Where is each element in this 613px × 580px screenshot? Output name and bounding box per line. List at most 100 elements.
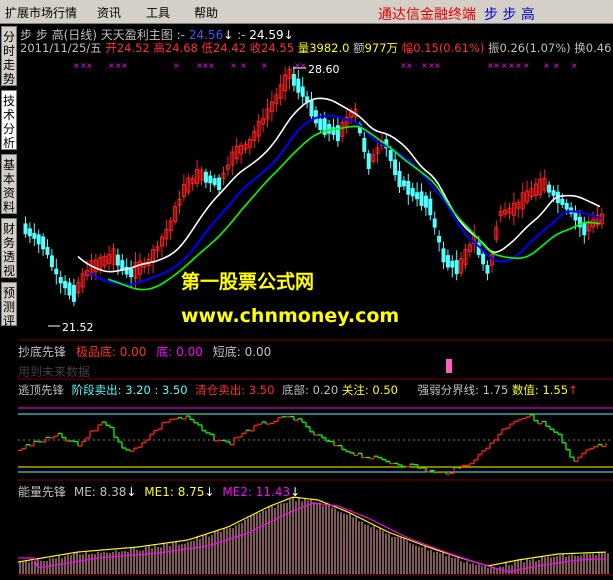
panel3-b-label: 清仓卖出: <box>195 383 246 397</box>
candle-body <box>49 255 54 268</box>
panel3-e-label: 强弱分界线: <box>417 383 480 397</box>
candle-body <box>485 264 490 274</box>
arrow-up-icon: ↑ <box>568 383 578 397</box>
candle-body <box>300 86 305 97</box>
ma-line-green <box>107 125 601 291</box>
signal-x-mark: × <box>421 61 428 70</box>
panel2-c-value: 0.00 <box>244 345 272 359</box>
panel3-d-label: 关注: <box>341 383 369 397</box>
candle-body <box>406 180 411 195</box>
candle-body <box>393 159 398 176</box>
panel3-header: 逃顶先锋 阶段卖出: 3.20 : 3.50 清仓卖出: 3.50 底部: 0.… <box>18 382 578 398</box>
signal-x-mark: × <box>553 61 560 70</box>
panel3-b-value: 3.50 <box>248 383 275 397</box>
candle-body <box>327 123 332 134</box>
close-value: 24.55 <box>261 41 295 55</box>
menu-news[interactable]: 资讯 <box>97 4 121 21</box>
tab-fundamentals[interactable]: 基本资料 <box>1 154 17 214</box>
panel3-a-label: 阶段卖出: <box>71 383 122 397</box>
amplitude-value: 0.26(1.07%) <box>499 41 571 55</box>
candle-body <box>432 218 437 228</box>
panel3-name: 逃顶先锋 <box>18 383 64 397</box>
signal-x-mark: × <box>230 61 237 70</box>
tab-intraday[interactable]: 分时走势 <box>1 26 17 86</box>
candle-body <box>454 260 459 275</box>
signal-x-mark: × <box>571 61 578 70</box>
panel3-a-value1: 3.20 <box>125 383 151 397</box>
close-label: 收 <box>249 41 262 55</box>
menu-bar: 扩展市场行情 资讯 工具 帮助 通达信金融终端 步 步 高 <box>0 0 613 24</box>
brand-name: 通达信金融终端 <box>378 7 476 23</box>
watermark-url: www.chnmoney.com <box>181 305 399 327</box>
oscillator-panel <box>18 359 613 475</box>
panel4-me1-value: 8.75 <box>177 485 205 499</box>
candle-body <box>419 191 424 206</box>
signal-x-mark: × <box>208 61 215 70</box>
signal-x-mark: × <box>493 61 500 70</box>
low-value: 24.42 <box>213 41 246 55</box>
quote-line: 2011/11/25/五 开24.52 高24.68 低24.42 收24.55… <box>20 40 611 56</box>
candle-body <box>115 254 120 266</box>
panel3-f-value: 1.55 <box>542 383 569 397</box>
panel3-f-label: 数值: <box>511 383 539 397</box>
signal-x-mark: × <box>240 61 247 70</box>
tab-financials[interactable]: 财务透视 <box>1 218 17 278</box>
signal-x-mark: × <box>543 61 550 70</box>
panel4-me-label: ME: <box>73 485 96 499</box>
amplitude-label: 振 <box>488 41 500 55</box>
panel3-a-value2: 3.50 <box>161 383 188 397</box>
candle-body <box>36 234 41 245</box>
candle-body <box>415 192 420 200</box>
panel3-d-value: 0.50 <box>372 383 398 397</box>
arrow-down-icon: ↓ <box>204 485 215 499</box>
panel4-me1-label: ME1: <box>144 485 174 499</box>
candle-body <box>63 280 68 289</box>
panel2-a-value: 0.00 <box>119 345 147 359</box>
chart-area[interactable]: × × × × × × × × × × × × × × × × × × × × × × × × × × × × × 第一股票公式网 ww… <box>17 24 613 576</box>
candle-body <box>217 177 222 191</box>
panel2-header: 抄底先锋 极品底: 0.00 底: 0.00 短底: 0.00 <box>18 343 271 360</box>
open-label: 开 <box>105 41 117 55</box>
brand-stock: 步 步 高 <box>484 7 535 23</box>
signal-x-mark: × <box>73 61 80 70</box>
panel2-b-label: 底: <box>156 345 173 359</box>
bottom-signal-mark <box>446 359 452 373</box>
candle-body <box>54 268 59 275</box>
menu-help[interactable]: 帮助 <box>194 4 218 21</box>
signal-x-mark: × <box>501 61 508 70</box>
candle-body <box>120 260 125 271</box>
high-value: 24.68 <box>164 41 198 55</box>
candle-body <box>397 170 402 188</box>
menu-tools[interactable]: 工具 <box>146 4 170 21</box>
quote-date: 2011/11/25/五 <box>20 41 102 55</box>
candle-body <box>410 188 415 197</box>
arrow-down-icon: ↓ <box>126 485 137 499</box>
panel4-header: 能量先锋 ME: 8.38↓ ME1: 8.75↓ ME2: 11.43↓ <box>18 483 300 500</box>
candle-body <box>27 228 32 237</box>
candle-body <box>71 284 76 302</box>
panel2-b-value: 0.00 <box>176 345 203 359</box>
panel3-e-value: 1.75 <box>482 383 509 397</box>
signal-x-mark: × <box>121 61 128 70</box>
candle-body <box>32 232 37 239</box>
candle-body <box>208 175 213 184</box>
candle-body <box>291 74 296 86</box>
candle-body <box>366 153 371 169</box>
candle-body <box>67 282 72 296</box>
signal-x-mark: × <box>523 61 530 70</box>
menu-ext-market[interactable]: 扩展市场行情 <box>5 4 77 21</box>
candle-body <box>547 184 552 193</box>
candle-body <box>58 276 63 284</box>
candle-body <box>437 235 442 243</box>
candle-body <box>203 171 208 183</box>
panel2-note: 用到未来数据 <box>18 365 91 379</box>
candle-body <box>560 198 565 205</box>
panel4-me2-value: 11.43 <box>255 485 291 499</box>
candle-body <box>212 178 217 185</box>
panel4-me-value: 8.38 <box>99 485 127 499</box>
candle-body <box>129 268 134 278</box>
high-label: 高 <box>153 41 165 55</box>
tab-rating[interactable]: 预测评级 <box>1 282 17 342</box>
tab-technical[interactable]: 技术分析 <box>1 90 17 150</box>
candle-body <box>41 236 46 250</box>
